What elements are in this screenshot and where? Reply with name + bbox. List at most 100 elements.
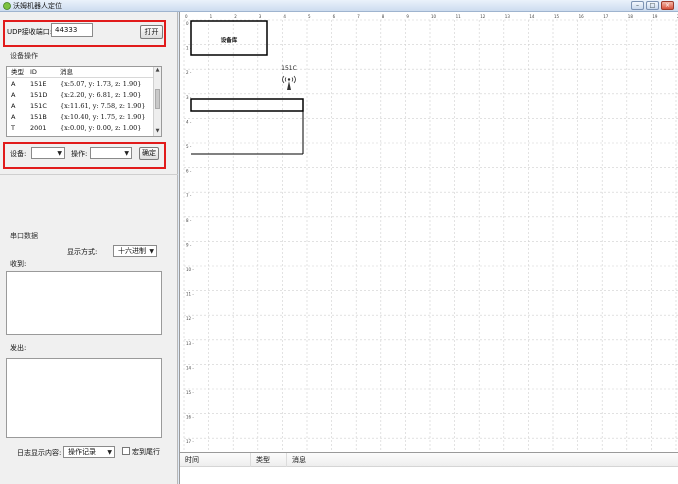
- display-mode-select[interactable]: 十六进制 ▼: [113, 245, 157, 257]
- x-axis-tick-label: 11: [456, 14, 462, 19]
- y-axis-tick-label: 13 -: [186, 341, 194, 346]
- udp-port-input[interactable]: [51, 23, 93, 37]
- row-id: 151C: [30, 102, 47, 110]
- open-button[interactable]: 打开: [140, 25, 163, 39]
- log-column-type[interactable]: 类型: [256, 456, 270, 465]
- chevron-down-icon: ▼: [124, 150, 129, 157]
- table-row[interactable]: A 151C {x:11.61, y: 7.58, z: 1.90}: [7, 101, 154, 112]
- row-id: 151E: [30, 80, 47, 88]
- y-axis-tick-label: 17 -: [186, 439, 194, 444]
- row-id: 151B: [30, 113, 47, 121]
- display-mode-value: 十六进制: [118, 247, 146, 255]
- row-message: {x:2.20, y: 6.81, z: 1.90}: [60, 91, 142, 99]
- x-axis-tick-label: 6: [333, 14, 336, 19]
- window-title: 沃姆机器人定位: [13, 2, 62, 10]
- y-axis-tick-label: 10 -: [186, 267, 194, 272]
- device-label: 设备:: [10, 150, 27, 158]
- device-select[interactable]: ▼: [31, 147, 65, 159]
- x-axis-tick-label: 10: [431, 14, 437, 19]
- x-axis-tick-label: 2: [234, 14, 237, 19]
- device-table[interactable]: 类型 ID 消息 A 151E {x:5.07, y: 1.73, z: 1.9…: [6, 66, 162, 137]
- y-axis-tick-label: 5 -: [186, 144, 192, 149]
- received-textarea[interactable]: [6, 271, 162, 335]
- received-label: 收到:: [10, 260, 27, 268]
- x-axis-tick-label: 3: [259, 14, 262, 19]
- table-row[interactable]: T 2001 {x:0.00, y: 0.00, z: 1.00}: [7, 123, 154, 134]
- x-axis-tick-label: 12: [480, 14, 486, 19]
- map-x-axis-labels: 01234567891011121314151617181920: [185, 14, 678, 19]
- y-axis-tick-label: 11 -: [186, 292, 194, 297]
- wrap-checkbox[interactable]: [122, 447, 130, 455]
- table-row[interactable]: A 151D {x:2.20, y: 6.81, z: 1.90}: [7, 90, 154, 101]
- map-grid-svg[interactable]: 01234567891011121314151617181920 0 -1 -2…: [180, 12, 678, 452]
- chevron-down-icon: ▼: [149, 248, 154, 255]
- map-canvas[interactable]: 01234567891011121314151617181920 0 -1 -2…: [179, 12, 678, 452]
- x-axis-tick-label: 0: [185, 14, 188, 19]
- column-header-message[interactable]: 消息: [60, 68, 73, 77]
- y-axis-tick-label: 4 -: [186, 119, 192, 124]
- device-ops-title: 设备操作: [10, 52, 38, 60]
- x-axis-tick-label: 1: [210, 14, 213, 19]
- map-y-axis-labels: 0 -1 -2 -3 -4 -5 -6 -7 -8 -9 -10 -11 -12…: [186, 21, 194, 444]
- x-axis-tick-label: 14: [529, 14, 535, 19]
- log-column-separator: [286, 453, 287, 467]
- anchor-label: 151C: [281, 65, 297, 72]
- track-outline[interactable]: [190, 98, 304, 112]
- minimize-button[interactable]: –: [631, 1, 644, 10]
- row-type: A: [11, 113, 16, 121]
- log-content-select[interactable]: 操作记录 ▼: [63, 446, 115, 458]
- y-axis-tick-label: 2 -: [186, 70, 192, 75]
- log-content-value: 操作记录: [68, 448, 96, 456]
- x-axis-tick-label: 17: [603, 14, 609, 19]
- close-button[interactable]: ×: [661, 1, 674, 10]
- scroll-thumb[interactable]: [155, 89, 160, 109]
- sent-textarea[interactable]: [6, 358, 162, 438]
- log-table[interactable]: 时间 类型 消息: [179, 452, 678, 484]
- row-message: {x:5.07, y: 1.73, z: 1.90}: [60, 80, 142, 88]
- maximize-button[interactable]: □: [646, 1, 659, 10]
- log-column-message[interactable]: 消息: [292, 456, 306, 465]
- x-axis-tick-label: 18: [628, 14, 634, 19]
- chevron-down-icon: ▼: [107, 449, 112, 456]
- log-column-time[interactable]: 时间: [185, 456, 199, 465]
- antenna-icon[interactable]: [282, 75, 296, 90]
- panel-divider: [0, 174, 178, 175]
- control-panel: UDP接收端口: 打开 设备操作 类型 ID 消息 A 151E {x:5.07…: [0, 12, 178, 484]
- device-library-label: 设备库: [221, 36, 238, 44]
- serial-data-title: 串口数据: [10, 232, 38, 240]
- confirm-button[interactable]: 确定: [139, 147, 159, 160]
- y-axis-tick-label: 15 -: [186, 390, 194, 395]
- y-axis-tick-label: 6 -: [186, 169, 192, 174]
- operation-label: 操作:: [71, 150, 88, 158]
- y-axis-tick-label: 16 -: [186, 415, 194, 420]
- x-axis-tick-label: 15: [554, 14, 560, 19]
- app-icon: [3, 2, 11, 10]
- y-axis-tick-label: 14 -: [186, 365, 194, 370]
- row-message: {x:11.61, y: 7.58, z: 1.90}: [60, 102, 146, 110]
- y-axis-tick-label: 12 -: [186, 316, 194, 321]
- row-type: T: [11, 124, 15, 132]
- display-mode-label: 显示方式:: [67, 248, 98, 256]
- operation-select[interactable]: ▼: [90, 147, 132, 159]
- row-type: A: [11, 102, 16, 110]
- log-table-header: 时间 类型 消息: [180, 453, 678, 467]
- x-axis-tick-label: 4: [283, 14, 286, 19]
- x-axis-tick-label: 7: [357, 14, 360, 19]
- scroll-up-icon[interactable]: ▲: [154, 67, 161, 74]
- x-axis-tick-label: 13: [505, 14, 511, 19]
- y-axis-tick-label: 8 -: [186, 218, 192, 223]
- table-row[interactable]: A 151B {x:10.40, y: 1.75, z: 1.90}: [7, 112, 154, 123]
- y-axis-tick-label: 9 -: [186, 242, 192, 247]
- title-bar: 沃姆机器人定位 – □ ×: [0, 0, 678, 12]
- column-header-id[interactable]: ID: [30, 68, 37, 77]
- device-table-scrollbar[interactable]: ▲ ▼: [153, 67, 161, 136]
- row-id: 2001: [30, 124, 47, 132]
- y-axis-tick-label: 7 -: [186, 193, 192, 198]
- row-message: {x:10.40, y: 1.75, z: 1.90}: [60, 113, 146, 121]
- chevron-down-icon: ▼: [57, 150, 62, 157]
- table-row[interactable]: A 151E {x:5.07, y: 1.73, z: 1.90}: [7, 79, 154, 90]
- log-column-separator: [250, 453, 251, 467]
- x-axis-tick-label: 16: [579, 14, 585, 19]
- scroll-down-icon[interactable]: ▼: [154, 128, 161, 135]
- column-header-type[interactable]: 类型: [11, 68, 24, 77]
